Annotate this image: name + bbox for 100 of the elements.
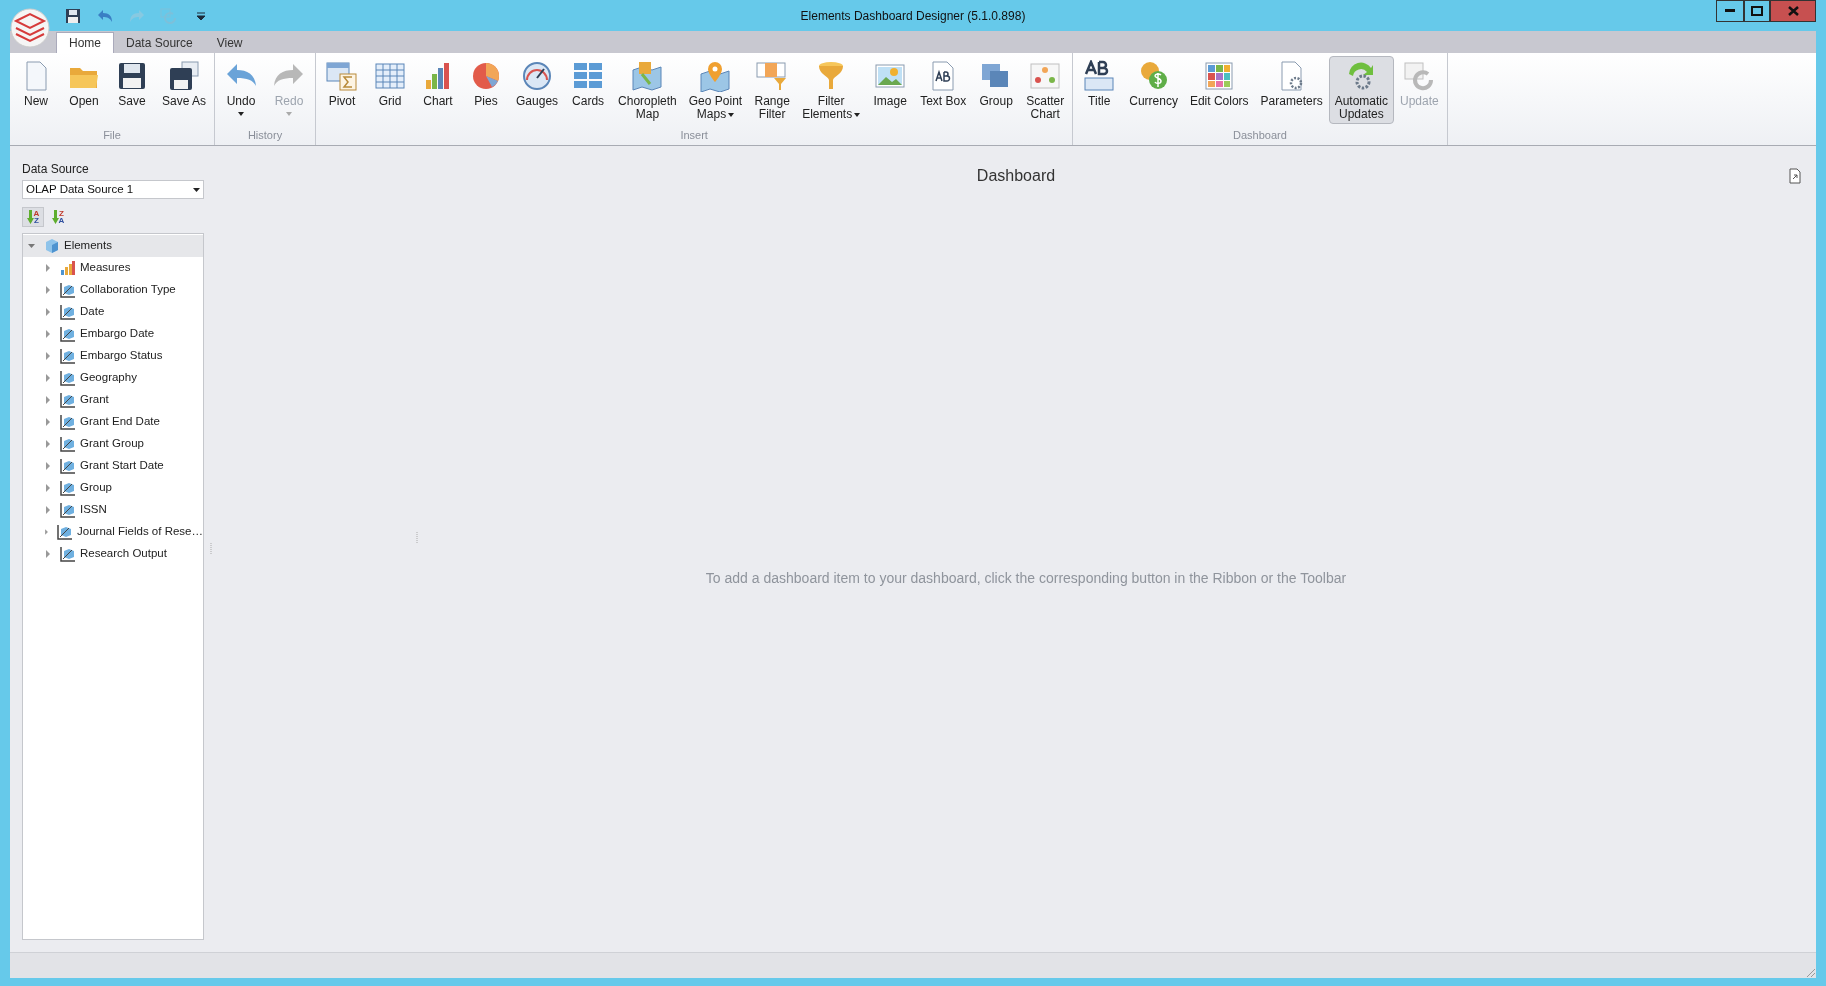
expand-arrow-icon[interactable] (43, 395, 53, 405)
ribbon-button[interactable]: Geo Point Maps (682, 56, 749, 124)
ribbon-button[interactable]: Pies (462, 56, 511, 124)
tree-item[interactable]: Embargo Status (23, 345, 203, 367)
close-button[interactable] (1770, 0, 1816, 22)
tree-item[interactable]: Collaboration Type (23, 279, 203, 301)
expand-arrow-icon[interactable] (43, 461, 53, 471)
tree-item[interactable]: Date (23, 301, 203, 323)
data-source-dropdown[interactable]: OLAP Data Source 1 (22, 180, 204, 199)
tree-item[interactable]: Geography (23, 367, 203, 389)
tree-item[interactable]: ISSN (23, 499, 203, 521)
expand-arrow-icon[interactable] (43, 285, 53, 295)
ribbon-button[interactable]: Scatter Chart (1020, 56, 1071, 124)
dimension-cube-icon (60, 370, 76, 386)
empty-dashboard-hint: To add a dashboard item to your dashboard, click the corresponding button in the Ribbon or the Toolbar (705, 568, 1347, 588)
minimize-icon (1725, 9, 1735, 13)
ribbon-group-label: File (102, 127, 122, 143)
caret-icon (238, 112, 245, 116)
dimension-cube-icon (60, 480, 76, 496)
dimension-cube-icon (60, 326, 76, 342)
tree-item-label: Group (80, 480, 112, 496)
tree-item-label: Geography (80, 370, 137, 386)
ribbon-button[interactable]: Edit Colors (1183, 56, 1255, 124)
ribbon-button[interactable]: Filter Elements (796, 56, 867, 124)
ribbon-button[interactable]: Save (108, 56, 156, 124)
ribbon-button[interactable]: Text Box (914, 56, 973, 124)
expand-arrow-icon[interactable] (43, 351, 53, 361)
dimension-cube-icon (60, 392, 76, 408)
tree-item-label: Grant Group (80, 436, 144, 452)
ribbon-button[interactable]: Parameters (1254, 56, 1329, 124)
ribbon-tab[interactable]: View (204, 32, 255, 53)
tree-item[interactable]: Embargo Date (23, 323, 203, 345)
expand-arrow-icon[interactable] (43, 263, 53, 273)
tree-item[interactable]: Elements (23, 235, 203, 257)
tree-item[interactable]: Group (23, 477, 203, 499)
expand-arrow-icon[interactable] (43, 329, 53, 339)
bar-chart-icon (60, 260, 76, 276)
resize-grip-icon[interactable] (1804, 966, 1816, 978)
tree-item-label: Research Output (80, 546, 167, 562)
tree-item[interactable]: Journal Fields of Rese… (23, 521, 203, 543)
ribbon-button[interactable]: Group (972, 56, 1021, 124)
tree-item[interactable]: Grant Start Date (23, 455, 203, 477)
expand-arrow-icon[interactable] (43, 505, 53, 515)
tree-item-label: ISSN (80, 502, 107, 518)
tree-item[interactable]: Grant End Date (23, 411, 203, 433)
tree-item-label: Grant Start Date (80, 458, 164, 474)
dimension-cube-icon (60, 436, 76, 452)
tree-item[interactable]: Grant (23, 389, 203, 411)
ribbon-button[interactable]: Range Filter (748, 56, 797, 124)
tree-item[interactable]: Grant Group (23, 433, 203, 455)
expand-arrow-icon[interactable] (43, 373, 53, 383)
ribbon-button[interactable]: Open (60, 56, 108, 124)
sort-button[interactable]: A Z (22, 207, 44, 227)
ribbon-group-label: Insert (679, 127, 709, 143)
tree-item-label: Elements (64, 238, 112, 254)
window-title: Elements Dashboard Designer (5.1.0.898) (799, 7, 1027, 25)
caret-icon (854, 112, 861, 117)
tree-item-label: Date (80, 304, 105, 320)
sort-arrow-icon (26, 210, 34, 224)
sort-arrow-icon (51, 210, 59, 224)
ribbon-group-label: Dashboard (1232, 127, 1288, 143)
ribbon-tab[interactable]: Home (56, 32, 114, 53)
maximize-button[interactable] (1744, 0, 1770, 22)
ribbon-button[interactable]: Title (1075, 56, 1124, 124)
ribbon-button[interactable]: Undo (217, 56, 266, 124)
ribbon-button[interactable]: Currency (1123, 56, 1184, 124)
sort-button[interactable]: Z A (47, 207, 69, 227)
expand-arrow-icon[interactable] (43, 439, 53, 449)
ribbon-button[interactable]: Save As (156, 56, 213, 124)
expand-arrow-icon[interactable] (43, 483, 53, 493)
tree-item[interactable]: Research Output (23, 543, 203, 565)
ribbon-button[interactable]: Cards (564, 56, 613, 124)
expand-arrow-icon[interactable] (43, 307, 53, 317)
tree-item[interactable]: Measures (23, 257, 203, 279)
expand-arrow-icon[interactable] (43, 417, 53, 427)
tree-item-label: Embargo Status (80, 348, 163, 364)
ribbon-button[interactable]: Choropleth Map (612, 56, 683, 124)
tree-item-label: Grant End Date (80, 414, 160, 430)
ribbon-button[interactable]: Pivot (318, 56, 367, 124)
export-icon[interactable] (1787, 168, 1803, 184)
ribbon-group-label: History (246, 127, 284, 143)
ribbon-button[interactable]: Grid (366, 56, 415, 124)
tree-item-label: Embargo Date (80, 326, 155, 342)
dimension-cube-icon (60, 458, 76, 474)
ribbon-button[interactable]: Gauges (510, 56, 565, 124)
save-icon[interactable] (64, 7, 82, 24)
maximize-icon (1751, 6, 1763, 16)
tree-item-label: Collaboration Type (80, 282, 176, 298)
minimize-button[interactable] (1716, 0, 1744, 22)
collapse-arrow-icon[interactable] (27, 241, 37, 251)
dimension-cube-icon (60, 546, 76, 562)
ribbon-button[interactable]: Image (866, 56, 915, 124)
dimension-cube-icon (60, 348, 76, 364)
expand-arrow-icon[interactable] (43, 549, 53, 559)
ribbon-tab[interactable]: Data Source (114, 32, 205, 53)
ribbon-button[interactable]: New (12, 56, 60, 124)
caret-icon (728, 112, 735, 117)
caret-icon (286, 112, 293, 116)
ribbon-button[interactable]: Chart (414, 56, 463, 124)
ribbon-button[interactable]: Automatic Updates (1328, 56, 1394, 124)
